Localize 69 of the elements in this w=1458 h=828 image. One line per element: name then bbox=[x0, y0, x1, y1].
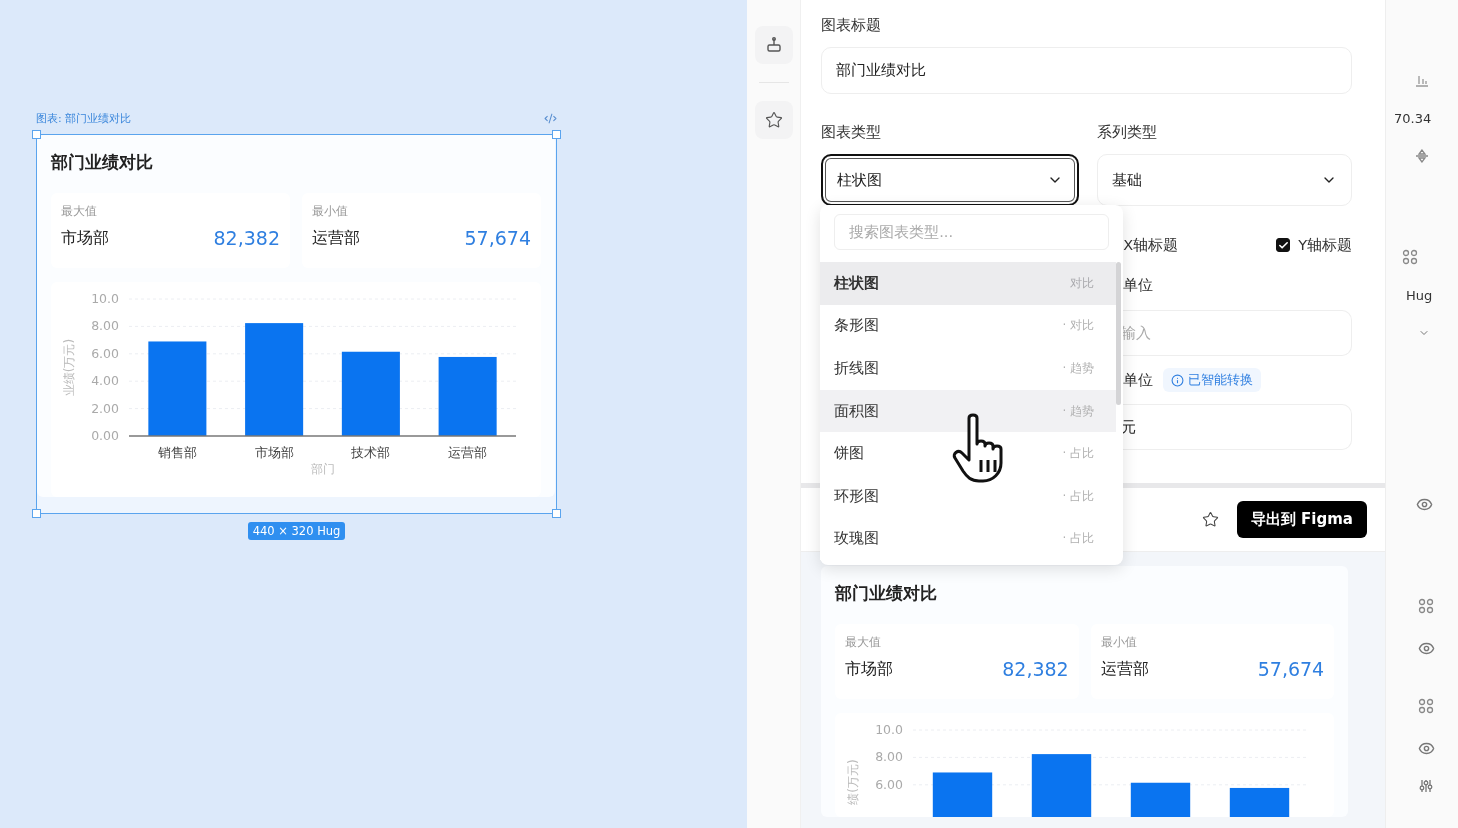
field-value: 70.34 bbox=[1394, 110, 1432, 126]
bar bbox=[1131, 782, 1191, 817]
axis-title: 业绩(万元) bbox=[62, 338, 76, 397]
tick-label: 6.00 bbox=[875, 776, 904, 792]
axis-title: 部门 bbox=[310, 462, 335, 476]
code-icon[interactable] bbox=[544, 111, 557, 125]
bar bbox=[1032, 754, 1092, 817]
status-badge: 已智能转换 bbox=[1163, 368, 1262, 392]
field-label: 单位 bbox=[1123, 276, 1155, 295]
stat-name: 市场部 bbox=[61, 227, 109, 249]
share-button[interactable] bbox=[754, 26, 793, 64]
tick-label: 6.00 bbox=[91, 345, 119, 361]
grid-icon[interactable] bbox=[1418, 598, 1434, 614]
resize-handle[interactable] bbox=[32, 509, 41, 518]
resize-handle[interactable] bbox=[552, 509, 561, 518]
title-input[interactable]: 部门业绩对比 bbox=[821, 47, 1352, 94]
category-label: 销售部 bbox=[157, 445, 197, 460]
tick-label: 0.00 bbox=[91, 428, 119, 443]
stat-value: 82,382 bbox=[213, 227, 280, 249]
series-type-select[interactable]: 基础 bbox=[1097, 154, 1352, 206]
category-label: 运营部 bbox=[448, 445, 488, 460]
stat-value: 82,382 bbox=[1002, 658, 1069, 680]
scrollbar[interactable] bbox=[1116, 262, 1122, 405]
favorite-button[interactable] bbox=[1201, 511, 1219, 528]
field-label: 单位 bbox=[1123, 370, 1154, 390]
stat-name: 市场部 bbox=[845, 658, 894, 680]
tick-label: 8.00 bbox=[91, 318, 119, 334]
grid-icon[interactable] bbox=[1402, 249, 1418, 265]
field-label: 图表类型 bbox=[821, 123, 883, 142]
star-icon bbox=[764, 111, 783, 129]
bar bbox=[1230, 787, 1290, 817]
tick-label: 10.0 bbox=[875, 722, 904, 737]
field-label: 图表标题 bbox=[821, 16, 883, 35]
category-label: 技术部 bbox=[351, 445, 391, 460]
bar bbox=[933, 772, 993, 817]
category-label: 市场部 bbox=[254, 445, 294, 460]
stat-name: 运营部 bbox=[1100, 658, 1149, 680]
axis-title: 绩(万元) bbox=[846, 759, 861, 805]
tick-label: 10.0 bbox=[91, 291, 119, 306]
stat-value: 57,674 bbox=[1257, 658, 1325, 680]
grid-icon[interactable] bbox=[1418, 698, 1434, 714]
stat-name: 运营部 bbox=[312, 227, 360, 249]
resize-handle[interactable] bbox=[32, 130, 41, 139]
field-value: Hug bbox=[1406, 287, 1433, 303]
checkbox-label: X轴标题 bbox=[1123, 235, 1179, 255]
stat-label: 最小值 bbox=[1100, 634, 1138, 651]
chart-title: 部门业绩对比 bbox=[835, 582, 939, 605]
export-button[interactable]: 导出到 Figma bbox=[1236, 501, 1367, 538]
menu-item[interactable]: 面积图 · 趋势 bbox=[820, 389, 1117, 433]
chart-title: 部门业绩对比 bbox=[51, 151, 154, 174]
tick-label: 2.00 bbox=[91, 400, 119, 416]
checkbox-label: Y轴标题 bbox=[1298, 235, 1352, 255]
stat-label: 最小值 bbox=[312, 203, 349, 220]
resize-handle[interactable] bbox=[552, 130, 561, 139]
field-label: 系列类型 bbox=[1097, 123, 1159, 142]
menu-item[interactable]: 柱状图 对比 bbox=[820, 262, 1117, 305]
sliders-icon[interactable] bbox=[1418, 778, 1434, 794]
stat-label: 最大值 bbox=[845, 634, 883, 651]
stat-label: 最大值 bbox=[61, 203, 98, 220]
share-icon bbox=[764, 36, 783, 54]
size-badge: 440 × 320 Hug bbox=[247, 522, 346, 540]
checkbox[interactable] bbox=[1276, 238, 1291, 252]
stat-value: 57,674 bbox=[464, 227, 531, 249]
tick-label: 4.00 bbox=[91, 373, 119, 389]
frame-label: 图表: 部门业绩对比 bbox=[36, 110, 132, 126]
chart-type-select[interactable]: 柱状图 bbox=[821, 154, 1080, 206]
favorite-button[interactable] bbox=[754, 101, 793, 139]
tick-label: 8.00 bbox=[875, 749, 904, 765]
distribute-icon[interactable] bbox=[1414, 148, 1430, 164]
